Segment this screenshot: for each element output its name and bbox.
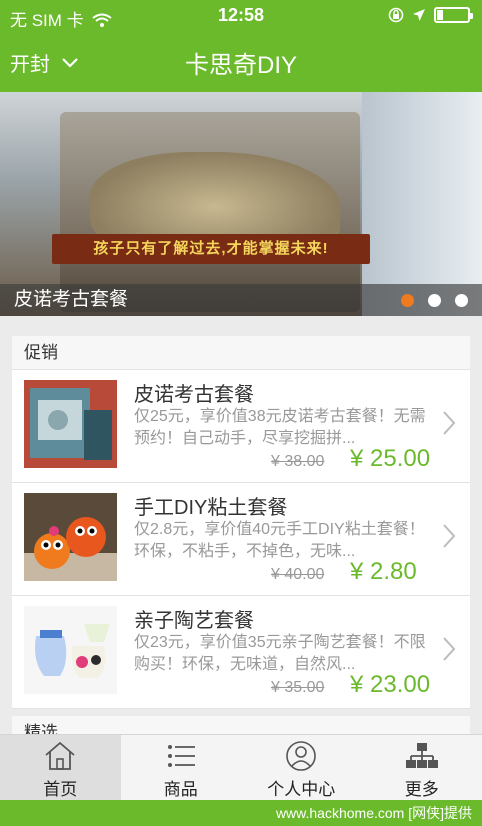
tab-more[interactable]: 更多	[362, 735, 482, 800]
chevron-right-icon	[443, 524, 456, 548]
clay-kit-thumbnail	[24, 493, 117, 581]
tab-profile-label: 个人中心	[267, 780, 336, 799]
top-bar: 无 SIM 卡 12:58 开封 卡思奇DIY	[0, 0, 482, 92]
location-arrow-icon	[413, 9, 425, 21]
dinosaur-kit-thumbnail	[24, 380, 117, 468]
battery-icon	[434, 7, 473, 23]
tab-products-label: 商品	[163, 780, 198, 799]
site-watermark: www.hackhome.com [网侠]提供	[0, 800, 482, 826]
page-title: 卡思奇DIY	[184, 52, 297, 79]
list-item[interactable]: 皮诺考古套餐 仅25元，享价值38元皮诺考古套餐！无需预约！自己动手，尽享挖掘拼…	[12, 370, 470, 483]
rotation-lock-icon	[388, 7, 404, 23]
nav-bar: 开封 卡思奇DIY	[0, 32, 482, 92]
item-desc: 仅23元，享价值35元亲子陶艺套餐！不限购买！环保，无味道，自然风...	[134, 634, 426, 673]
tab-bar: 首页 商品 个人中心 更多	[0, 734, 482, 800]
item-price: ¥ 25.00	[350, 445, 431, 472]
item-old-price: ¥ 40.00	[271, 566, 325, 583]
featured-heading: 精选	[12, 716, 470, 734]
item-old-price: ¥ 38.00	[271, 453, 325, 470]
promo-heading: 促销	[12, 336, 470, 370]
tab-home[interactable]: 首页	[0, 735, 121, 800]
tab-home-label: 首页	[43, 780, 78, 799]
sitemap-icon	[405, 743, 438, 768]
user-icon	[286, 741, 317, 771]
item-price: ¥ 23.00	[350, 671, 431, 698]
chevron-right-icon	[443, 411, 456, 435]
pager-dot-3[interactable]	[455, 294, 468, 307]
item-desc: 仅25元，享价值38元皮诺考古套餐！无需预约！自己动手，尽享挖掘拼...	[134, 408, 426, 447]
banner-slogan: 孩子只有了解过去,才能掌握未来!	[52, 234, 370, 264]
pager-dot-1[interactable]	[401, 294, 414, 307]
list-icon	[167, 745, 195, 767]
chevron-right-icon	[443, 637, 456, 661]
banner-shelf-image	[362, 92, 482, 316]
tab-profile[interactable]: 个人中心	[241, 735, 362, 800]
list-item[interactable]: 亲子陶艺套餐 仅23元，享价值35元亲子陶艺套餐！不限购买！环保，无味道，自然风…	[12, 596, 470, 709]
tab-products[interactable]: 商品	[121, 735, 242, 800]
promo-banner[interactable]: 孩子只有了解过去,才能掌握未来! 皮诺考古套餐	[0, 92, 482, 316]
home-icon	[45, 741, 75, 770]
status-icons	[388, 7, 473, 23]
list-item[interactable]: 手工DIY粘土套餐 仅2.8元，享价值40元手工DIY粘土套餐！环保，不粘手，不…	[12, 483, 470, 596]
promo-section: 促销 皮诺考古套餐 仅25元，享价值38元皮诺考古套餐！无需预约！自己动手，尽享…	[12, 336, 470, 709]
item-name: 手工DIY粘土套餐	[134, 497, 288, 519]
item-old-price: ¥ 35.00	[271, 679, 325, 696]
pottery-kit-thumbnail	[24, 606, 117, 694]
item-name: 亲子陶艺套餐	[134, 610, 254, 632]
tab-more-label: 更多	[404, 780, 439, 799]
item-name: 皮诺考古套餐	[134, 384, 254, 406]
main-content: 促销 皮诺考古套餐 仅25元，享价值38元皮诺考古套餐！无需预约！自己动手，尽享…	[0, 316, 482, 734]
pager-dot-2[interactable]	[428, 294, 441, 307]
item-price: ¥ 2.80	[350, 558, 417, 585]
status-bar: 无 SIM 卡 12:58	[0, 0, 482, 32]
item-desc: 仅2.8元，享价值40元手工DIY粘土套餐！环保，不粘手，不掉色，无味...	[134, 521, 425, 560]
banner-pager	[401, 294, 468, 307]
